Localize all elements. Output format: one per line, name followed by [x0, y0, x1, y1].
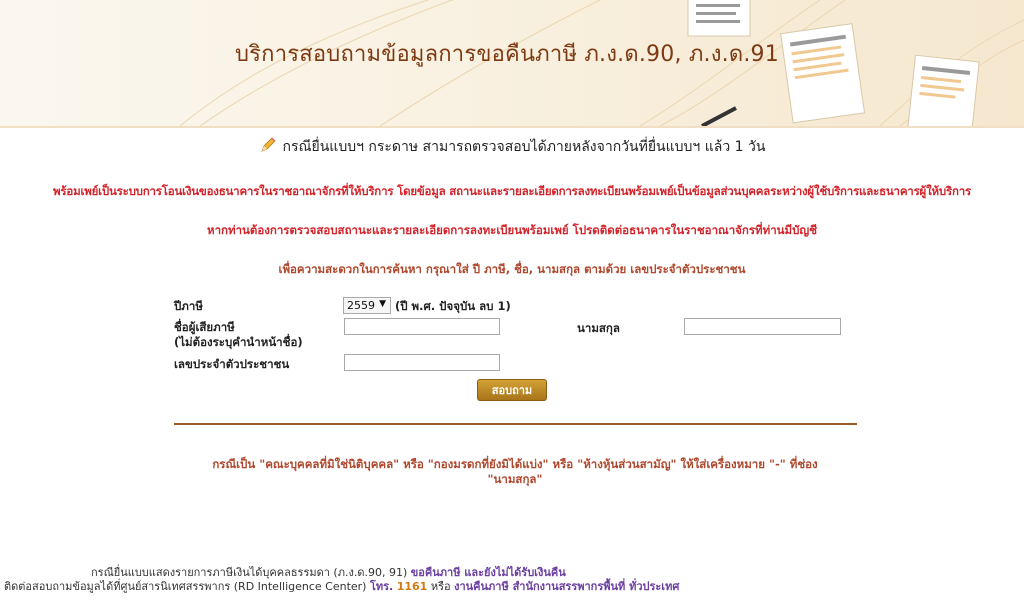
phone-number: 1161	[396, 580, 428, 593]
tax-year-select[interactable]: 2559 ▼	[343, 297, 391, 314]
tax-year-value: 2559	[347, 299, 375, 312]
page-title: บริการสอบถามข้อมูลการขอคืนภาษี ภ.ง.ด.90,…	[235, 42, 779, 67]
notice-text: กรณียื่นแบบฯ กระดาษ สามารถตรวจสอบได้ภายห…	[282, 139, 766, 155]
citizen-id-label: เลขประจำตัวประชาชน	[174, 357, 290, 371]
surname-dash-note: กรณีเป็น "คณะบุคคลที่มิใช่นิติบุคคล" หรื…	[212, 457, 818, 486]
tax-year-note: (ปี พ.ศ. ปัจจุบัน ลบ 1)	[395, 299, 511, 313]
footer-line-2: ติดต่อสอบถามข้อมูลได้ที่ศูนย์สารนิเทศสรร…	[4, 577, 679, 595]
paper-filing-notice: กรณียื่นแบบฯ กระดาษ สามารถตรวจสอบได้ภายห…	[0, 136, 1024, 158]
header-banner: บริการสอบถามข้อมูลการขอคืนภาษี ภ.ง.ด.90,…	[0, 0, 1024, 126]
surname-input[interactable]	[684, 318, 841, 335]
taxpayer-name-sublabel: (ไม่ต้องระบุคำนำหน้าชื่อ)	[174, 335, 303, 349]
footer-or: หรือ	[430, 580, 451, 593]
taxpayer-name-input[interactable]	[344, 318, 500, 335]
submit-button[interactable]: สอบถาม	[477, 379, 547, 401]
chevron-down-icon: ▼	[379, 299, 386, 309]
surname-label: นามสกุล	[577, 321, 620, 335]
tax-year-label: ปีภาษี	[174, 299, 203, 313]
citizen-id-input[interactable]	[344, 354, 500, 371]
document-icon	[687, 0, 751, 37]
tax-offices-link[interactable]: งานคืนภาษี สำนักงานสรรพากรพื้นที่ ทั่วปร…	[454, 580, 679, 593]
document-icon	[906, 54, 980, 126]
document-icon	[780, 23, 866, 124]
promptpay-contact: หากท่านต้องการตรวจสอบสถานะและรายละเอียดก…	[207, 223, 817, 237]
promptpay-info: พร้อมเพย์เป็นระบบการโอนเงินของธนาคารในรา…	[53, 184, 971, 198]
pencil-icon	[259, 136, 277, 158]
phone-label: โทร.	[369, 580, 394, 593]
footer-line2-text: ติดต่อสอบถามข้อมูลได้ที่ศูนย์สารนิเทศสรร…	[4, 580, 367, 593]
pen-icon	[701, 106, 737, 126]
search-hint: เพื่อความสะดวกในการค้นหา กรุณาใส่ ปี ภาษ…	[278, 262, 746, 276]
header-divider	[0, 126, 1024, 128]
section-divider	[174, 423, 857, 425]
